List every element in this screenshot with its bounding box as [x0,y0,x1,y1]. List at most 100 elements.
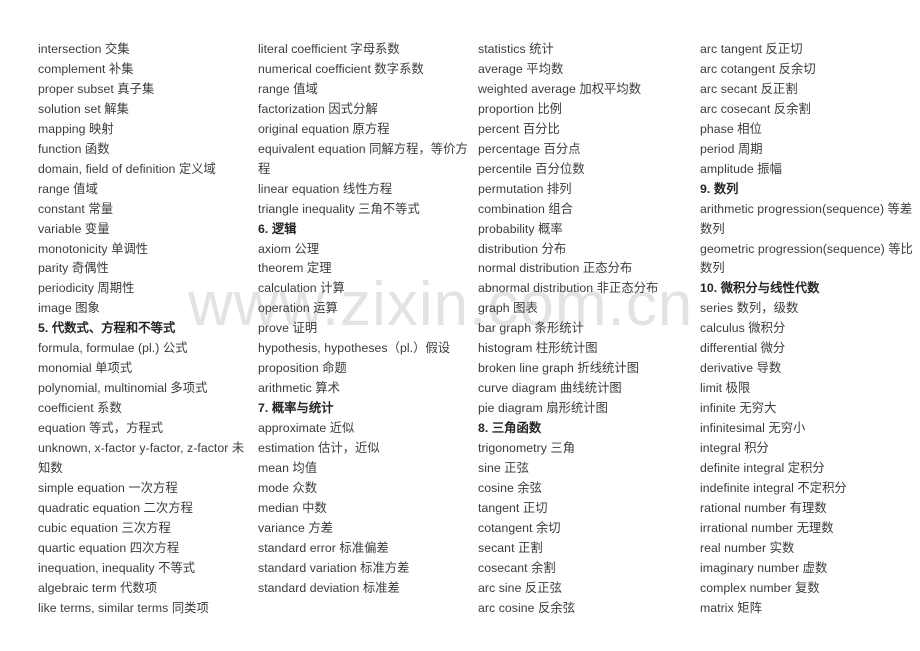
glossary-entry: phase 相位 [700,121,762,136]
glossary-entry: irrational number 无理数 [700,520,834,535]
glossary-entry: approximate 近似 [258,421,355,436]
glossary-entry: equivalent equation 同解方程，等价方程 [258,141,468,176]
glossary-entry: average 平均数 [478,61,564,76]
glossary-entry: curve diagram 曲线统计图 [478,381,622,396]
glossary-entry: weighted average 加权平均数 [478,81,642,96]
glossary-entry: histogram 柱形统计图 [478,341,598,356]
glossary-section-heading: 10. 微积分与线性代数 [700,281,820,296]
glossary-entry: operation 运算 [258,301,338,316]
glossary-entry: period 周期 [700,141,763,156]
glossary-entry: arc cosine 反余弦 [478,600,576,615]
glossary-entry: graph 图表 [478,301,538,316]
glossary-entry: series 数列，级数 [700,301,799,316]
glossary-entry: arithmetic 算术 [258,381,340,396]
glossary-entry: statistics 统计 [478,42,554,56]
glossary-column-1: intersection 交集 complement 补集 proper subse… [38,40,256,619]
glossary-entry: constant 常量 [38,201,114,216]
glossary-entry: inequation, inequality 不等式 [38,560,196,575]
glossary-entry: quartic equation 四次方程 [38,540,180,555]
glossary-entry: complex number 复数 [700,580,820,595]
glossary-entry: proposition 命题 [258,361,347,376]
glossary-entry: calculus 微积分 [700,321,786,336]
glossary-entry: equation 等式，方程式 [38,421,164,436]
glossary-entry: mean 均值 [258,461,318,476]
glossary-entry: sine 正弦 [478,461,529,476]
glossary-entry: pie diagram 扇形统计图 [478,401,609,416]
glossary-entry: linear equation 线性方程 [258,181,393,196]
glossary-entry: calculation 计算 [258,281,345,296]
glossary-entry: polynomial, multinomial 多项式 [38,381,208,396]
glossary-entry: original equation 原方程 [258,121,390,136]
glossary-columns: intersection 交集 complement 补集 proper subse… [0,0,920,651]
glossary-entry: formula, formulae (pl.) 公式 [38,341,188,356]
glossary-entry: parity 奇偶性 [38,261,109,276]
glossary-entry: triangle inequality 三角不等式 [258,201,420,216]
glossary-entry: like terms, similar terms 同类项 [38,600,209,615]
glossary-entry: derivative 导数 [700,361,782,376]
glossary-entry: infinite 无穷大 [700,401,777,416]
glossary-entry: estimation 估计，近似 [258,441,380,456]
glossary-entry: definite integral 定积分 [700,461,825,476]
glossary-column-3: statistics 统计 average 平均数 weighted average… [478,40,696,619]
glossary-section-heading: 5. 代数式、方程和不等式 [38,321,176,336]
glossary-entry: complement 补集 [38,61,134,76]
glossary-entry: standard variation 标准方差 [258,560,410,575]
glossary-entry: percentage 百分点 [478,141,581,156]
glossary-entry: combination 组合 [478,201,574,216]
glossary-entry: axiom 公理 [258,241,320,256]
glossary-column-4: arc tangent 反正切 arc cotangent 反余切 arc seca… [700,40,915,619]
glossary-entry: limit 极限 [700,381,751,396]
glossary-entry: periodicity 周期性 [38,281,135,296]
glossary-entry: percent 百分比 [478,121,560,136]
glossary-entry: normal distribution 正态分布 [478,261,633,276]
glossary-section-heading: 6. 逻辑 [258,221,297,236]
glossary-entry: matrix 矩阵 [700,600,762,615]
glossary-entry: coefficient 系数 [38,401,122,416]
glossary-entry: intersection 交集 [38,42,130,56]
glossary-entry: rational number 有理数 [700,500,827,515]
glossary-entry: amplitude 振幅 [700,161,782,176]
glossary-entry: standard deviation 标准差 [258,580,400,595]
glossary-entry: numerical coefficient 数字系数 [258,61,424,76]
glossary-entry: monomial 单项式 [38,361,133,376]
glossary-entry: literal coefficient 字母系数 [258,42,400,56]
glossary-entry: prove 证明 [258,321,318,336]
glossary-entry: geometric progression(sequence) 等比数列 [700,241,913,276]
glossary-entry: mode 众数 [258,480,318,495]
glossary-entry: mapping 映射 [38,121,114,136]
glossary-entry: bar graph 条形统计 [478,321,584,336]
glossary-entry: percentile 百分位数 [478,161,585,176]
glossary-entry: unknown, x-factor y-factor, z-factor 未知数 [38,441,245,476]
glossary-entry: variance 方差 [258,520,334,535]
glossary-entry: integral 积分 [700,441,769,456]
glossary-entry: algebraic term 代数项 [38,580,158,595]
glossary-entry: proper subset 真子集 [38,81,155,96]
glossary-entry: differential 微分 [700,341,786,356]
glossary-entry: arithmetic progression(sequence) 等差数列 [700,201,913,236]
glossary-entry: abnormal distribution 非正态分布 [478,281,659,296]
glossary-entry: cosine 余弦 [478,480,543,495]
glossary-entry: theorem 定理 [258,261,332,276]
glossary-entry: real number 实数 [700,540,795,555]
glossary-entry: trigonometry 三角 [478,441,576,456]
glossary-entry: quadratic equation 二次方程 [38,500,193,515]
glossary-entry: cubic equation 三次方程 [38,520,171,535]
glossary-section-heading: 8. 三角函数 [478,421,542,436]
glossary-entry: median 中数 [258,500,327,515]
glossary-entry: permutation 排列 [478,181,572,196]
glossary-entry: image 图象 [38,301,100,316]
glossary-entry: probability 概率 [478,221,563,236]
glossary-entry: domain, field of definition 定义域 [38,161,216,176]
glossary-entry: simple equation 一次方程 [38,480,178,495]
glossary-entry: variable 变量 [38,221,110,236]
glossary-column-2: literal coefficient 字母系数 numerical coeffi… [258,40,476,599]
glossary-entry: infinitesimal 无穷小 [700,421,806,436]
glossary-entry: tangent 正切 [478,500,548,515]
glossary-entry: range 值域 [258,81,318,96]
glossary-entry: standard error 标准偏差 [258,540,389,555]
glossary-entry: arc sine 反正弦 [478,580,562,595]
glossary-section-heading: 9. 数列 [700,181,739,196]
glossary-entry: secant 正割 [478,540,543,555]
glossary-entry: arc cotangent 反余切 [700,61,816,76]
glossary-entry: distribution 分布 [478,241,567,256]
